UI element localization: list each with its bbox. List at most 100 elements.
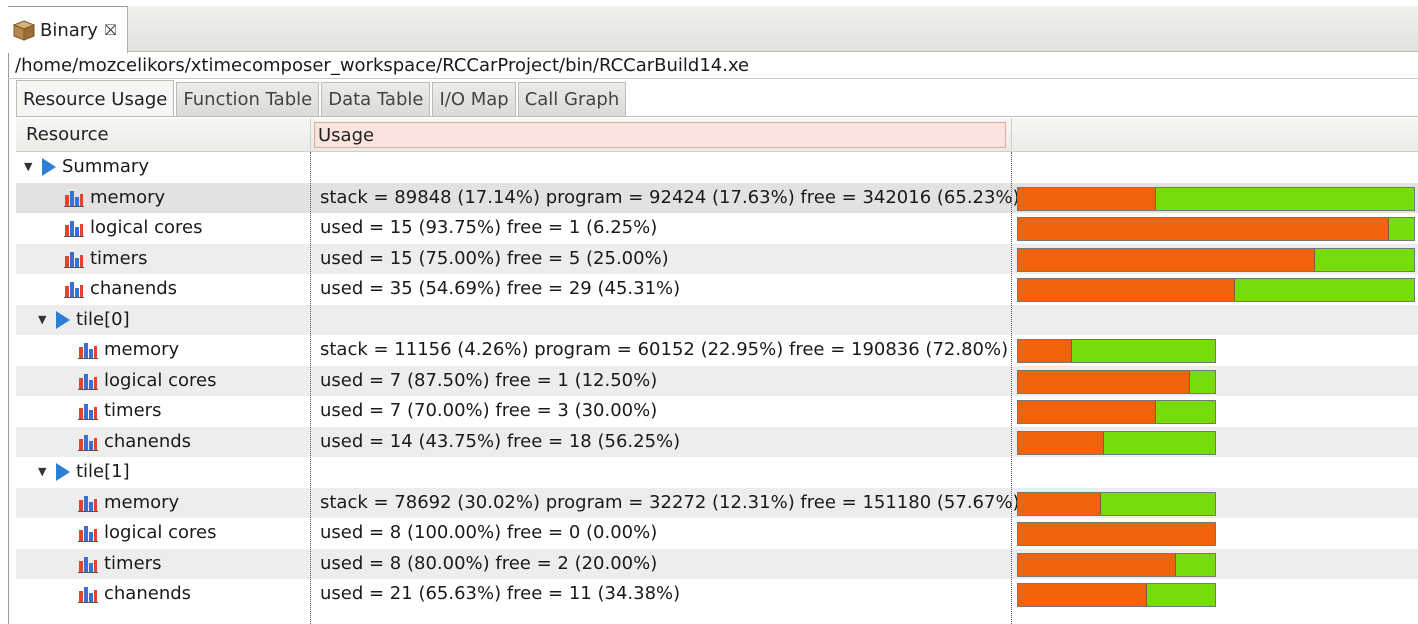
row-label: tile[1]: [76, 461, 130, 482]
usage-bar: [1017, 217, 1415, 241]
usage-bar-free: [1175, 553, 1215, 576]
row-resource-cell: memory: [78, 335, 179, 365]
usage-bar-free: [1389, 218, 1414, 240]
row-resource-cell: timers: [64, 244, 147, 274]
row-usage-value: used = 21 (65.63%) free = 11 (34.38%): [320, 583, 681, 604]
bar-chart-icon: [64, 221, 84, 237]
usage-bar: [1017, 552, 1216, 577]
table-row[interactable]: memory stack = 89848 (17.14%) program = 9…: [16, 182, 1418, 213]
bar-chart-icon: [78, 556, 98, 573]
usage-bar-used: [1018, 431, 1105, 454]
tab-data-table[interactable]: Data Table: [321, 82, 431, 116]
expand-toggle-icon[interactable]: ▼: [38, 305, 52, 335]
tree-group-row[interactable]: ▼ tile[0]: [16, 304, 1418, 335]
column-header-resource[interactable]: Resource: [26, 118, 109, 152]
usage-bar-free: [1315, 248, 1414, 271]
usage-bar-used: [1018, 523, 1215, 545]
row-resource-cell: logical cores: [64, 213, 202, 243]
row-resource-cell: ▼ Summary: [24, 152, 149, 182]
column-divider: [1011, 152, 1012, 624]
row-label: chanends: [90, 278, 178, 299]
usage-bar-used: [1018, 492, 1102, 515]
tab-call-graph[interactable]: Call Graph: [517, 82, 627, 116]
row-usage-value: used = 8 (80.00%) free = 2 (20.00%): [320, 552, 658, 574]
usage-bar-used: [1018, 401, 1156, 423]
usage-bar: [1017, 247, 1415, 272]
row-resource-cell: timers: [78, 549, 161, 579]
usage-bar-used: [1018, 340, 1072, 362]
editor-tab-label: Binary: [40, 19, 98, 41]
row-resource-cell: chanends: [78, 427, 191, 457]
row-label: tile[0]: [76, 308, 130, 330]
table-row[interactable]: timers used = 8 (80.00%) free = 2 (20.00%…: [16, 548, 1418, 579]
editor-tab-binary[interactable]: Binary ⛝: [8, 6, 128, 53]
tree-arrow-icon: [56, 310, 70, 329]
table-row[interactable]: memory stack = 11156 (4.26%) program = 60…: [16, 335, 1418, 366]
row-label: logical cores: [90, 217, 203, 238]
row-usage-value: used = 7 (70.00%) free = 3 (30.00%): [320, 400, 658, 421]
row-resource-cell: ▼ tile[1]: [38, 457, 130, 487]
usage-bar: [1017, 339, 1216, 363]
divider: [16, 116, 1418, 117]
row-resource-cell: timers: [78, 396, 161, 426]
tab-i-o-map[interactable]: I/O Map: [432, 82, 516, 116]
usage-bar-used: [1018, 248, 1315, 271]
column-divider[interactable]: [310, 118, 311, 152]
usage-bar-used: [1018, 218, 1390, 240]
column-header-usage[interactable]: Usage: [314, 122, 1006, 148]
expand-toggle-icon[interactable]: ▼: [38, 457, 52, 487]
package-icon: [12, 20, 36, 41]
editor-tab-bar: Binary ⛝: [8, 6, 1418, 53]
row-label: memory: [104, 339, 180, 360]
usage-bar-used: [1018, 553, 1176, 576]
table-row[interactable]: memory stack = 78692 (30.02%) program = 3…: [16, 487, 1418, 518]
table-row[interactable]: timers used = 7 (70.00%) free = 3 (30.00%…: [16, 396, 1418, 427]
usage-bar-free: [1234, 279, 1414, 301]
usage-bar-free: [1101, 492, 1215, 515]
row-resource-cell: memory: [78, 488, 179, 518]
row-usage-value: stack = 11156 (4.26%) program = 60152 (2…: [320, 339, 1009, 360]
usage-bar-free: [1155, 401, 1215, 423]
row-label: logical cores: [104, 522, 217, 543]
bar-chart-icon: [64, 251, 84, 268]
expand-toggle-icon[interactable]: ▼: [24, 152, 38, 182]
row-usage-value: used = 35 (54.69%) free = 29 (45.31%): [320, 278, 681, 299]
bar-chart-icon: [64, 282, 84, 298]
bar-chart-icon: [78, 343, 98, 359]
table-row[interactable]: logical cores used = 8 (100.00%) free = 0…: [16, 518, 1418, 549]
row-usage-value: used = 7 (87.50%) free = 1 (12.50%): [320, 369, 658, 391]
usage-bar: [1017, 522, 1216, 546]
close-icon[interactable]: ⛝: [105, 21, 116, 39]
usage-bar: [1017, 369, 1216, 394]
table-row[interactable]: chanends used = 21 (65.63%) free = 11 (34…: [16, 579, 1418, 610]
usage-bar: [1017, 430, 1216, 455]
tab-function-table[interactable]: Function Table: [176, 82, 320, 116]
row-resource-cell: chanends: [64, 274, 177, 304]
row-label: chanends: [104, 583, 192, 604]
usage-bar: [1017, 278, 1415, 302]
usage-bar-used: [1018, 187, 1156, 210]
tree-arrow-icon: [56, 463, 70, 481]
bar-chart-icon: [78, 404, 98, 420]
row-usage-value: used = 15 (93.75%) free = 1 (6.25%): [320, 217, 658, 238]
bar-chart-icon: [64, 190, 84, 207]
table-row[interactable]: logical cores used = 15 (93.75%) free = 1…: [16, 213, 1418, 244]
table-row[interactable]: chanends used = 35 (54.69%) free = 29 (45…: [16, 274, 1418, 305]
usage-bar-free: [1147, 584, 1215, 606]
tab-resource-usage[interactable]: Resource Usage: [16, 80, 175, 116]
usage-bar-free: [1155, 187, 1414, 210]
table-row[interactable]: logical cores used = 7 (87.50%) free = 1 …: [16, 365, 1418, 396]
table-row[interactable]: chanends used = 14 (43.75%) free = 18 (56…: [16, 426, 1418, 457]
usage-bar-used: [1018, 279, 1235, 301]
table-row[interactable]: timers used = 15 (75.00%) free = 5 (25.00…: [16, 243, 1418, 274]
tree-group-row[interactable]: ▼ tile[1]: [16, 457, 1418, 488]
usage-bar: [1017, 186, 1415, 211]
usage-bar-free: [1104, 431, 1215, 454]
bar-chart-icon: [78, 434, 98, 451]
tree-group-row[interactable]: ▼ Summary: [16, 152, 1418, 183]
column-divider[interactable]: [1011, 118, 1012, 152]
bar-chart-icon: [78, 526, 98, 542]
row-resource-cell: logical cores: [78, 518, 216, 548]
tree-arrow-icon: [42, 158, 56, 176]
usage-bar-used: [1018, 584, 1148, 606]
